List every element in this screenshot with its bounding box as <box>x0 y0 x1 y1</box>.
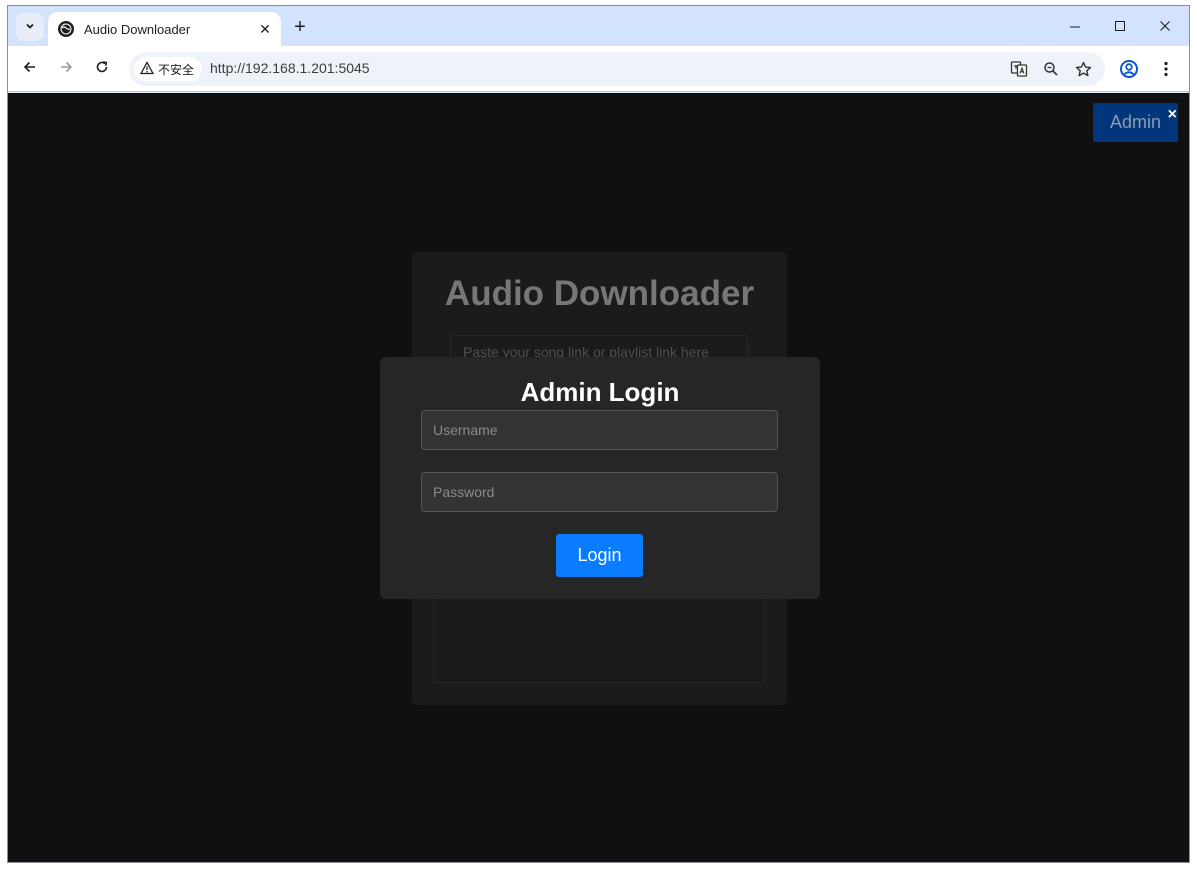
browser-window: Audio Downloader ✕ + 不安全 http://192.168.… <box>7 5 1190 863</box>
browser-tab[interactable]: Audio Downloader ✕ <box>48 12 281 46</box>
address-bar[interactable]: 不安全 http://192.168.1.201:5045 <box>129 52 1105 86</box>
warning-icon <box>139 60 155 78</box>
globe-icon <box>58 21 74 37</box>
page-viewport: Admin × Audio Downloader Paste your song… <box>8 93 1189 862</box>
admin-button-label: Admin <box>1109 112 1162 132</box>
minimize-button[interactable] <box>1053 12 1097 40</box>
chevron-down-icon <box>25 21 35 34</box>
close-window-button[interactable] <box>1143 12 1187 40</box>
tab-title: Audio Downloader <box>84 21 191 37</box>
forward-button[interactable] <box>52 55 80 83</box>
username-input[interactable] <box>421 410 778 450</box>
modal-title: Admin Login <box>520 377 680 407</box>
admin-login-modal: Admin Login Login <box>380 357 820 599</box>
reload-icon <box>94 59 110 80</box>
profile-icon[interactable] <box>1118 58 1140 80</box>
reload-button[interactable] <box>88 55 116 83</box>
security-chip[interactable]: 不安全 <box>134 57 203 81</box>
tab-list-button[interactable] <box>16 13 44 41</box>
tab-strip: Audio Downloader ✕ + <box>8 6 1189 46</box>
forward-arrow-icon <box>58 59 74 80</box>
zoom-icon[interactable] <box>1039 57 1063 81</box>
login-button[interactable]: Login <box>556 534 643 577</box>
kebab-menu-icon[interactable] <box>1156 58 1176 80</box>
back-button[interactable] <box>16 55 44 83</box>
translate-icon[interactable] <box>1007 57 1031 81</box>
star-icon[interactable] <box>1071 57 1095 81</box>
password-input[interactable] <box>421 472 778 512</box>
back-arrow-icon <box>22 59 38 80</box>
tab-close-icon[interactable]: ✕ <box>255 19 275 39</box>
security-label: 不安全 <box>158 62 195 77</box>
card-title: Audio Downloader <box>444 274 755 313</box>
browser-toolbar: 不安全 http://192.168.1.201:5045 <box>8 46 1189 92</box>
admin-button[interactable]: Admin <box>1093 103 1178 142</box>
maximize-button[interactable] <box>1098 12 1142 40</box>
url-text[interactable]: http://192.168.1.201:5045 <box>210 60 370 76</box>
output-area <box>433 597 765 683</box>
new-tab-button[interactable]: + <box>288 15 312 39</box>
admin-close-icon[interactable]: × <box>1168 107 1177 123</box>
